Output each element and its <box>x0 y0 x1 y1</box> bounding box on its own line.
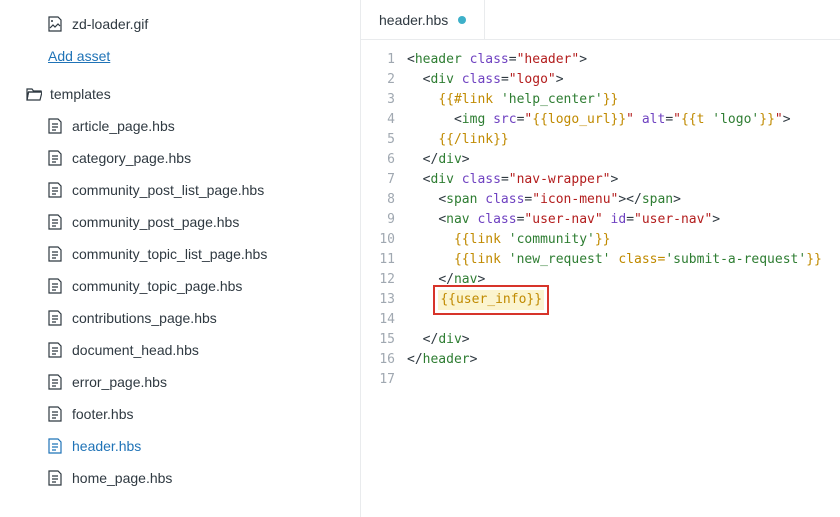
file-item[interactable]: document_head.hbs <box>0 334 360 366</box>
file-label: footer.hbs <box>72 406 134 422</box>
code-line: </div> <box>407 330 840 350</box>
file-label: category_page.hbs <box>72 150 191 166</box>
file-icon <box>48 150 62 166</box>
line-number: 9 <box>361 210 395 230</box>
file-icon <box>48 182 62 198</box>
code-line: {{link 'community'}} <box>407 230 840 250</box>
line-number: 14 <box>361 310 395 330</box>
line-number: 11 <box>361 250 395 270</box>
file-label: community_post_list_page.hbs <box>72 182 264 198</box>
file-item[interactable]: article_page.hbs <box>0 110 360 142</box>
file-sidebar: zd-loader.gif Add asset templates articl… <box>0 0 360 517</box>
file-item[interactable]: community_topic_list_page.hbs <box>0 238 360 270</box>
folder-templates[interactable]: templates <box>0 78 360 110</box>
code-line: {{/link}} <box>407 130 840 150</box>
line-number: 3 <box>361 90 395 110</box>
file-label: community_topic_list_page.hbs <box>72 246 267 262</box>
add-asset-link[interactable]: Add asset <box>0 40 360 78</box>
code-line: {{link 'new_request' class='submit-a-req… <box>407 250 840 270</box>
file-icon <box>48 374 62 390</box>
folder-label: templates <box>50 86 111 102</box>
line-number: 12 <box>361 270 395 290</box>
code-line: <div class="nav-wrapper"> <box>407 170 840 190</box>
line-number: 13 <box>361 290 395 310</box>
line-number: 8 <box>361 190 395 210</box>
line-number: 5 <box>361 130 395 150</box>
code-line: <nav class="user-nav" id="user-nav"> <box>407 210 840 230</box>
file-label: article_page.hbs <box>72 118 175 134</box>
code-line <box>407 310 840 330</box>
code-line: </div> <box>407 150 840 170</box>
line-number: 1 <box>361 50 395 70</box>
line-number: 4 <box>361 110 395 130</box>
tab-label: header.hbs <box>379 12 448 28</box>
tab-bar: header.hbs <box>361 0 840 40</box>
code-line: </nav> <box>407 270 840 290</box>
file-item[interactable]: footer.hbs <box>0 398 360 430</box>
file-item[interactable]: community_post_list_page.hbs <box>0 174 360 206</box>
file-item[interactable]: home_page.hbs <box>0 462 360 494</box>
highlighted-code: {{user_info}} <box>438 290 544 310</box>
file-item[interactable]: contributions_page.hbs <box>0 302 360 334</box>
file-icon <box>48 214 62 230</box>
tab-header-hbs[interactable]: header.hbs <box>361 0 485 39</box>
image-file-icon <box>48 16 62 32</box>
code-line: <img src="{{logo_url}}" alt="{{t 'logo'}… <box>407 110 840 130</box>
file-item[interactable]: header.hbs <box>0 430 360 462</box>
code-editor[interactable]: 1234567891011121314151617 <header class=… <box>361 40 840 390</box>
line-number: 15 <box>361 330 395 350</box>
modified-indicator-icon <box>458 16 466 24</box>
file-icon <box>48 118 62 134</box>
file-label: contributions_page.hbs <box>72 310 217 326</box>
folder-open-icon <box>26 87 42 101</box>
code-content[interactable]: <header class="header"> <div class="logo… <box>407 50 840 390</box>
line-number: 10 <box>361 230 395 250</box>
file-label: header.hbs <box>72 438 141 454</box>
code-line: <span class="icon-menu"></span> <box>407 190 840 210</box>
file-list: article_page.hbs category_page.hbscommuni… <box>0 110 360 494</box>
file-icon <box>48 342 62 358</box>
file-label: error_page.hbs <box>72 374 167 390</box>
asset-file-item[interactable]: zd-loader.gif <box>0 8 360 40</box>
line-number: 2 <box>361 70 395 90</box>
file-icon <box>48 438 62 454</box>
code-line: <header class="header"> <box>407 50 840 70</box>
line-number: 6 <box>361 150 395 170</box>
file-icon <box>48 278 62 294</box>
file-item[interactable]: community_post_page.hbs <box>0 206 360 238</box>
editor-pane: header.hbs 1234567891011121314151617 <he… <box>360 0 840 517</box>
file-icon <box>48 470 62 486</box>
file-icon <box>48 406 62 422</box>
file-label: community_topic_page.hbs <box>72 278 242 294</box>
code-line: <div class="logo"> <box>407 70 840 90</box>
file-label: community_post_page.hbs <box>72 214 239 230</box>
file-label: home_page.hbs <box>72 470 172 486</box>
line-number: 7 <box>361 170 395 190</box>
file-item[interactable]: community_topic_page.hbs <box>0 270 360 302</box>
line-number-gutter: 1234567891011121314151617 <box>361 50 407 390</box>
file-icon <box>48 246 62 262</box>
line-number: 16 <box>361 350 395 370</box>
file-label: document_head.hbs <box>72 342 199 358</box>
line-number: 17 <box>361 370 395 390</box>
code-line: {{#link 'help_center'}} <box>407 90 840 110</box>
file-item[interactable]: category_page.hbs <box>0 142 360 174</box>
asset-file-label: zd-loader.gif <box>72 16 148 32</box>
code-line: </header> <box>407 350 840 370</box>
file-icon <box>48 310 62 326</box>
code-line <box>407 370 840 390</box>
file-item[interactable]: error_page.hbs <box>0 366 360 398</box>
code-line: {{user_info}} <box>407 290 840 310</box>
